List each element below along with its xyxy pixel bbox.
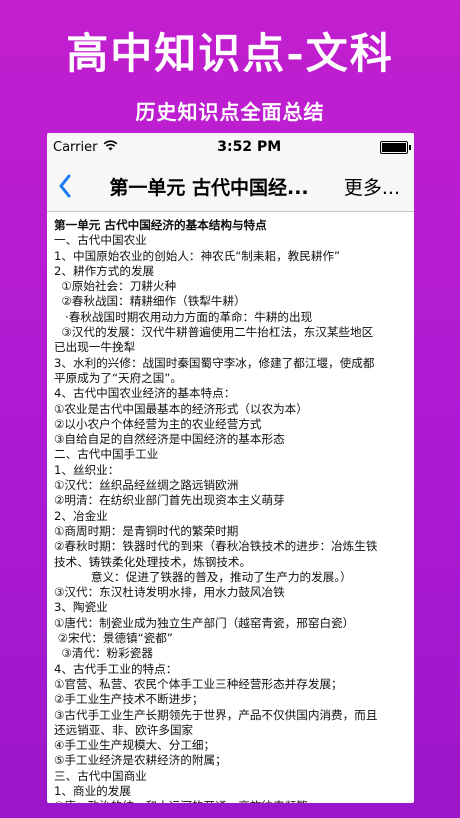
article-line: 4、古代手工业的特点：: [54, 661, 178, 676]
article-line: 平原成为了“天府之国”。: [54, 370, 182, 385]
article-line: 1、丝织业：: [54, 462, 120, 477]
article-line: ①原始社会：刀耕火种: [54, 279, 177, 294]
article-line: ①汉代：丝织品经丝绸之路远销欧洲: [54, 478, 239, 493]
wifi-icon: [103, 139, 118, 155]
article-heading: 第一单元 古代中国经济的基本结构与特点: [54, 218, 267, 232]
article-line: ②春秋战国：精耕细作（铁犁牛耕）: [54, 294, 246, 309]
article-line: ①官营、私营、农民个体手工业三种经营形态并存发展；: [54, 676, 343, 691]
article-line: ②明清：在纺织业部门首先出现资本主义萌芽: [54, 493, 285, 508]
back-button[interactable]: [47, 161, 83, 211]
banner-subtitle: 历史知识点全面总结: [135, 100, 325, 124]
article-line: 三、古代中国商业: [54, 768, 147, 783]
chevron-left-icon: [59, 174, 71, 198]
article-line: 还远销亚、非、欧许多国家: [54, 722, 194, 737]
article-line: ②手工业生产技术不断进步；: [54, 692, 204, 707]
navigation-bar: 第一单元 古代中国经... 更多...: [47, 161, 414, 212]
article-line: ①商周时期：是青铜时代的繁荣时期: [54, 523, 239, 538]
more-button[interactable]: 更多...: [344, 173, 400, 200]
carrier-label: Carrier: [53, 139, 98, 155]
article-line: ②以小农户个体经营为主的农业经营方式: [54, 416, 262, 431]
phone-screen: Carrier 3:52 PM 第一单元 古代中国经... 更多... 第一单元…: [47, 133, 414, 803]
article-line: ③汉代：东汉杜诗发明水排，用水力鼓风冶铁: [54, 585, 285, 600]
article-line: 技术、铸铁柔化处理技术，炼钢技术。: [54, 554, 252, 569]
article-line: 2、耕作方式的发展: [54, 263, 155, 278]
article-line: ③汉代的发展：汉代牛耕普遍使用二牛抬杠法，东汉某些地区: [54, 325, 374, 340]
article-line: 2、冶金业: [54, 508, 108, 523]
article-line: ①唐：政治的统一和大运河的开通，商旅往来频繁: [54, 799, 408, 803]
status-bar: Carrier 3:52 PM: [47, 133, 414, 161]
article-line: 已出现一牛挽犁: [54, 340, 136, 355]
article-line: ④手工业生产规模大、分工细；: [54, 738, 216, 753]
article-line: 3、水利的兴修：战国时秦国蜀守李冰，修建了都江堰，使成都: [54, 355, 375, 370]
article-line: ②宋代：景德镇“瓷都”: [54, 631, 173, 646]
article-line: ·春秋战国时期农用动力方面的革命：牛耕的出现: [54, 309, 313, 324]
article-line: 二、古代中国手工业: [54, 447, 159, 462]
article-content[interactable]: 第一单元 古代中国经济的基本结构与特点 一、古代中国农业 1、中国原始农业的创始人：…: [47, 212, 414, 803]
article-line: ①农业是古代中国最基本的经济形式（以农为本）: [54, 401, 308, 416]
article-line: 4、古代中国农业经济的基本特点：: [54, 386, 236, 401]
article-line: 一、古代中国农业: [54, 233, 147, 248]
status-time: 3:52 PM: [217, 139, 282, 155]
article-line: ②春秋时期：铁器时代的到来（春秋冶铁技术的进步：冶炼生铁: [54, 539, 378, 554]
article-line: ③古代手工业生产长期领先于世界，产品不仅供国内消费，而且: [54, 707, 378, 722]
article-line: 1、中国原始农业的创始人：神农氏“制耒耜，教民耕作”: [54, 248, 341, 263]
article-line: 1、商业的发展: [54, 783, 131, 798]
banner-title: 高中知识点-文科: [66, 29, 394, 78]
article-line: 3、陶瓷业: [54, 600, 108, 615]
battery-icon: [379, 140, 411, 154]
article-line: ③清代：粉彩瓷器: [54, 646, 153, 661]
article-line: ③自给自足的自然经济是中国经济的基本形态: [54, 432, 285, 447]
nav-title: 第一单元 古代中国经...: [109, 176, 309, 199]
article-line: ①唐代：制瓷业成为独立生产部门（越窑青瓷，邢窑白瓷）: [54, 615, 355, 630]
article-line: ⑤手工业经济是农耕经济的附属；: [54, 753, 227, 768]
article-line: 意义：促进了铁器的普及，推动了生产力的发展。）: [54, 569, 352, 584]
